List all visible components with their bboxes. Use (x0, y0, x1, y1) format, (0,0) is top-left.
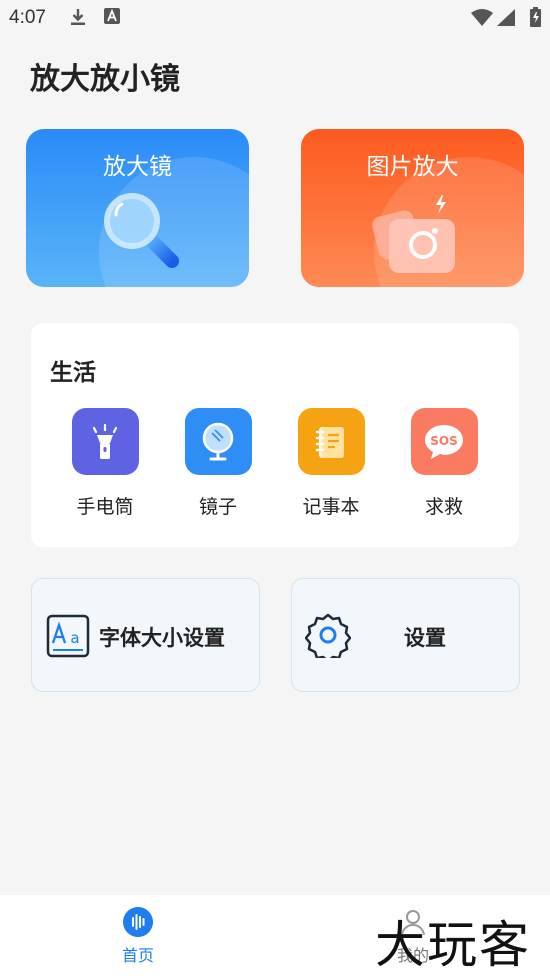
signal-icon (497, 9, 515, 30)
magnifier-card[interactable]: 放大镜 (26, 129, 249, 287)
tool-label: 记事本 (302, 496, 360, 518)
tool-sos[interactable]: SOS 求救 (389, 408, 499, 519)
tab-label: 首页 (121, 946, 154, 965)
page-title: 放大放小镜 (30, 62, 180, 97)
sos-icon: SOS (410, 408, 478, 475)
magnifier-card-label: 放大镜 (103, 154, 172, 180)
tool-flashlight[interactable]: 手电筒 (50, 408, 160, 519)
tool-label: 镜子 (198, 496, 237, 518)
battery-icon (530, 7, 541, 31)
notebook-icon (297, 408, 365, 475)
settings-label: 设置 (404, 626, 446, 650)
svg-text:SOS: SOS (430, 434, 458, 448)
photo-camera-icon (371, 189, 461, 283)
tool-mirror[interactable]: 镜子 (163, 408, 273, 519)
font-notification-icon (104, 8, 120, 28)
tool-label: 求救 (424, 496, 463, 518)
font-size-icon: a (46, 614, 90, 662)
section-title: 生活 (50, 360, 96, 386)
download-icon (69, 8, 87, 30)
life-section: 生活 手电筒 镜子 记事本 SOS 求救 (31, 323, 519, 547)
font-size-settings-button[interactable]: a 字体大小设置 (31, 578, 260, 692)
settings-button[interactable]: 设置 (291, 578, 520, 692)
wifi-icon (471, 9, 493, 30)
flashlight-icon (71, 408, 139, 475)
magnifier-icon (100, 189, 182, 275)
photo-zoom-card-label: 图片放大 (366, 154, 459, 180)
status-time: 4:07 (9, 7, 46, 28)
tool-label: 手电筒 (76, 496, 134, 518)
status-bar: 4:07 (0, 0, 550, 36)
home-icon (123, 907, 153, 937)
tool-notebook[interactable]: 记事本 (276, 408, 386, 519)
mirror-icon (184, 408, 252, 475)
font-size-settings-label: 字体大小设置 (99, 626, 225, 650)
gear-icon (304, 612, 352, 663)
watermark: 大玩客 (375, 916, 531, 974)
svg-text:a: a (70, 629, 79, 647)
tab-home[interactable]: 首页 (98, 907, 178, 966)
photo-zoom-card[interactable]: 图片放大 (301, 129, 524, 287)
